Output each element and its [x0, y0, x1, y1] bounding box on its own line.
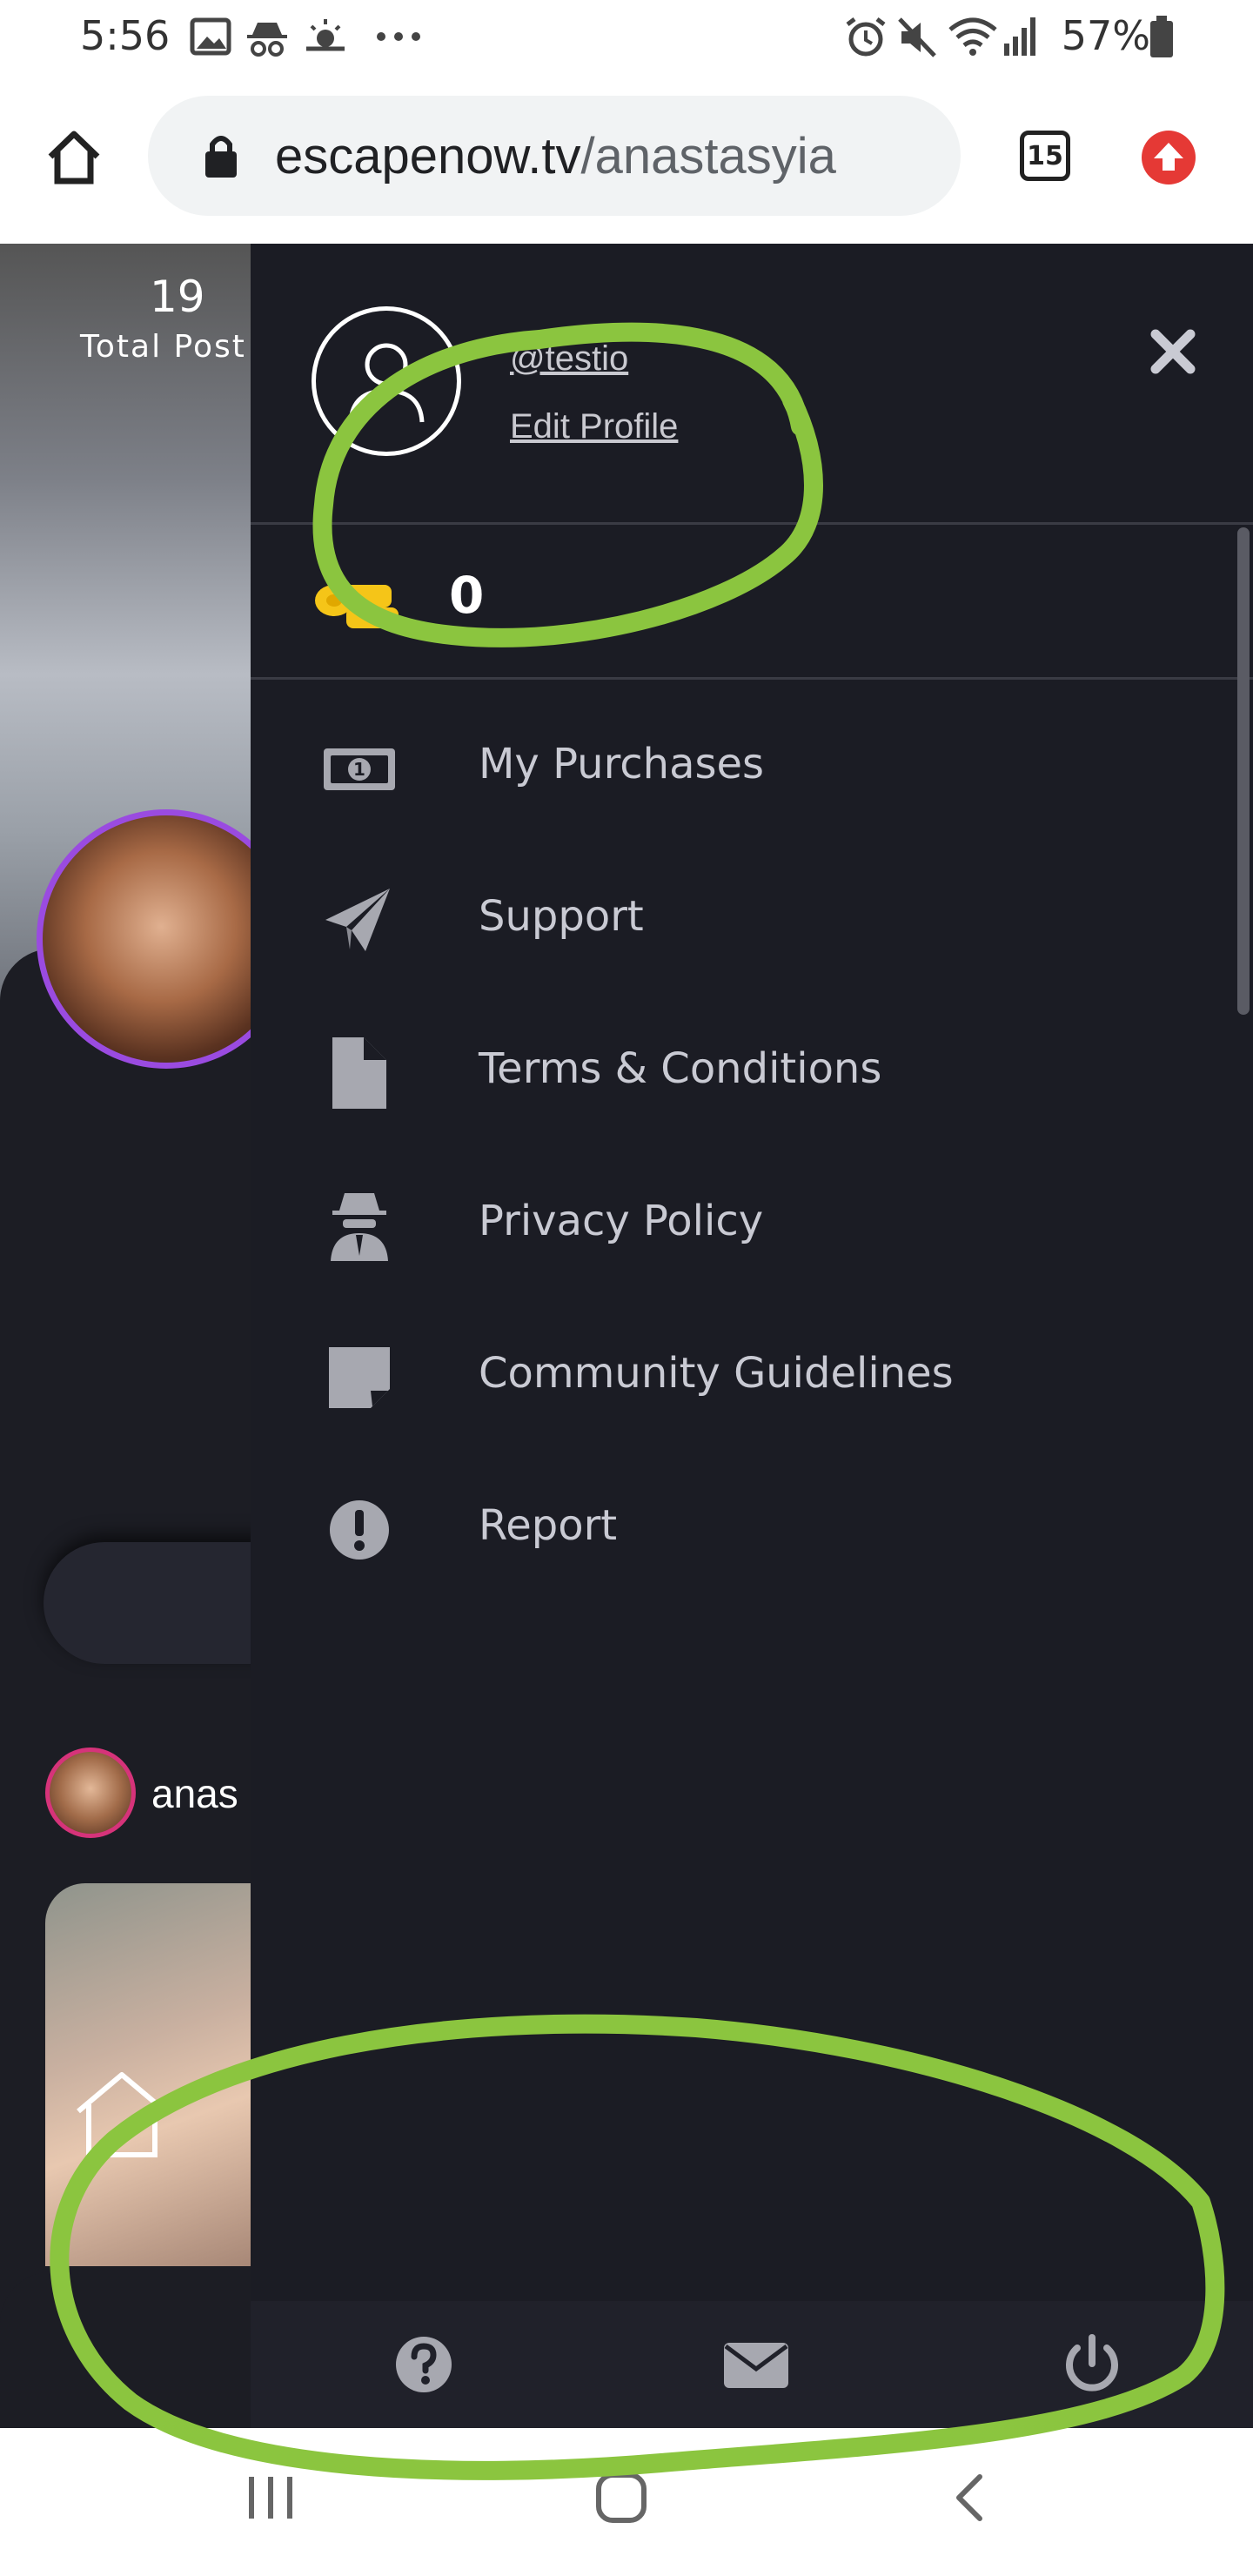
profile-avatar[interactable]	[312, 306, 461, 456]
recent-apps-icon[interactable]	[245, 2472, 298, 2524]
mail-icon[interactable]	[719, 2327, 794, 2402]
sticky-note-icon	[329, 1347, 390, 1408]
profile-handle[interactable]: @testio	[510, 339, 628, 379]
menu-label: My Purchases	[479, 740, 765, 788]
user-icon	[348, 343, 425, 423]
url-host: escapenow.tv	[275, 128, 581, 184]
menu-label: Privacy Policy	[479, 1197, 764, 1245]
coins-icon	[315, 585, 399, 628]
battery-percent: 57%	[1061, 12, 1150, 59]
paper-plane-icon	[325, 889, 390, 951]
wifi-icon	[948, 17, 997, 56]
url-text: escapenow.tv/anastasyia	[275, 127, 836, 185]
android-nav-bar	[0, 2428, 1253, 2576]
arrow-up-icon	[1154, 143, 1183, 171]
status-time: 5:56	[80, 12, 171, 59]
menu-item-support[interactable]: Support	[320, 862, 1190, 967]
exclamation-icon	[330, 1500, 389, 1560]
status-bar: 5:56 57%	[0, 0, 1253, 78]
more-icon	[377, 32, 420, 41]
home-icon[interactable]	[44, 127, 104, 188]
menu-item-terms[interactable]: Terms & Conditions	[320, 1015, 1190, 1119]
incognito-icon	[247, 23, 287, 57]
post-author-name[interactable]: anas	[151, 1770, 238, 1817]
scrollbar[interactable]	[1237, 527, 1250, 1015]
home-button-icon[interactable]	[593, 2470, 649, 2526]
drawer-footer	[251, 2301, 1253, 2428]
url-bar[interactable]: escapenow.tv/anastasyia	[148, 96, 961, 216]
money-icon: 1	[324, 748, 395, 790]
weather-icon	[306, 19, 345, 51]
help-icon[interactable]	[386, 2327, 461, 2402]
url-path: /anastasyia	[580, 128, 836, 184]
menu-label: Terms & Conditions	[479, 1044, 882, 1093]
signal-icon	[1004, 17, 1035, 56]
menu-label: Report	[479, 1501, 618, 1550]
menu-item-privacy[interactable]: Privacy Policy	[320, 1167, 1190, 1271]
post-author-avatar[interactable]	[45, 1748, 136, 1838]
alarm-icon	[846, 17, 886, 57]
power-icon[interactable]	[1055, 2327, 1129, 2402]
spy-icon	[331, 1193, 388, 1261]
menu-item-my-purchases[interactable]: 1 My Purchases	[320, 710, 1190, 815]
total-posts-label: Total Post	[80, 329, 246, 365]
svg-text:1: 1	[353, 759, 365, 780]
menu-item-community-guidelines[interactable]: Community Guidelines	[320, 1319, 1190, 1424]
divider	[251, 677, 1253, 680]
menu-label: Community Guidelines	[479, 1349, 954, 1398]
menu-label: Support	[479, 892, 644, 941]
browser-toolbar: escapenow.tv/anastasyia 15	[0, 78, 1253, 244]
coin-balance: 0	[449, 566, 485, 625]
lock-icon	[205, 136, 237, 178]
close-icon[interactable]	[1138, 317, 1208, 386]
mute-icon	[898, 17, 936, 57]
back-icon[interactable]	[950, 2472, 988, 2524]
tabs-icon[interactable]: 15	[1020, 131, 1070, 181]
battery-icon	[1150, 16, 1173, 57]
image-icon	[190, 17, 231, 56]
divider	[251, 522, 1253, 525]
menu-item-report[interactable]: Report	[320, 1472, 1190, 1576]
total-posts-count: 19	[150, 272, 205, 322]
nav-home-icon[interactable]	[70, 2068, 174, 2163]
file-icon	[332, 1037, 386, 1109]
side-drawer: @testio Edit Profile 0 1 My Purchases Su…	[251, 244, 1253, 2428]
edit-profile-link[interactable]: Edit Profile	[510, 407, 678, 446]
bottom-nav	[0, 2271, 252, 2425]
update-icon[interactable]	[1142, 131, 1196, 184]
